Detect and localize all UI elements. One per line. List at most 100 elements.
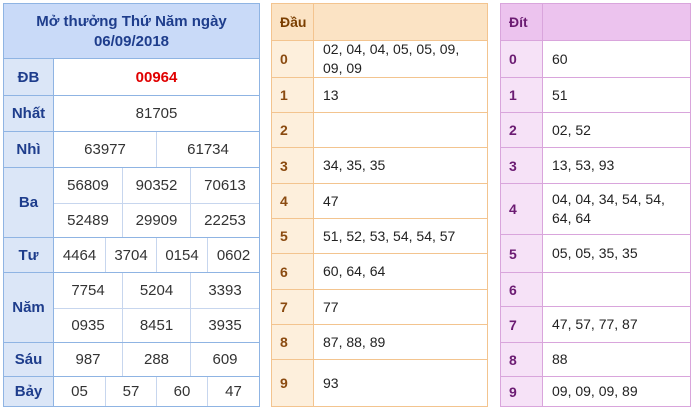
dit-row: 4 04, 04, 34, 54, 54, 64, 64	[501, 183, 690, 234]
dit-value: 88	[552, 351, 568, 367]
dit-value: 04, 04, 34, 54, 54, 64, 64	[552, 191, 665, 226]
dit-key: 2	[501, 113, 543, 147]
prize-value-nhi: 61734	[156, 132, 259, 167]
dit-row: 5 05, 05, 35, 35	[501, 234, 690, 272]
dit-row: 9 09, 09, 09, 89	[501, 376, 690, 406]
dit-key: 7	[501, 307, 543, 342]
dau-value: 34, 35, 35	[323, 157, 386, 173]
dau-key: 8	[272, 325, 314, 359]
dau-value: 51, 52, 53, 54, 54, 57	[323, 227, 456, 244]
prize-value-tu: 3704	[105, 238, 156, 272]
dau-key: 5	[272, 219, 314, 253]
prize-row-nhat: Nhất 81705	[4, 95, 259, 131]
results-date: 06/09/2018	[93, 33, 170, 50]
dit-table: Đít 0 60 1 51 2 02, 52 3 13, 53, 93 4 04…	[500, 3, 691, 407]
prize-value-tu: 0154	[156, 238, 207, 272]
dit-row: 7 47, 57, 77, 87	[501, 306, 690, 342]
dit-value: 47, 57, 77, 87	[552, 316, 638, 332]
prize-value-sau: 609	[190, 343, 259, 376]
dit-row: 3 13, 53, 93	[501, 147, 690, 183]
dau-header: Đầu	[272, 4, 487, 41]
prize-value-bay: 47	[207, 377, 259, 406]
prize-label-nhi: Nhì	[4, 132, 54, 167]
dau-key: 1	[272, 78, 314, 112]
dau-table: Đầu 0 02, 04, 04, 05, 05, 09, 09, 09 1 1…	[271, 3, 488, 407]
dau-value: 87, 88, 89	[323, 333, 386, 350]
dit-row: 8 88	[501, 342, 690, 376]
prize-label-ba: Ba	[4, 168, 54, 237]
dit-value: 51	[552, 86, 568, 103]
dau-header-label: Đầu	[272, 4, 314, 40]
prize-label-sau: Sáu	[4, 343, 54, 376]
dit-row: 6	[501, 272, 690, 306]
dau-row: 0 02, 04, 04, 05, 05, 09, 09, 09	[272, 41, 487, 77]
dau-key: 0	[272, 41, 314, 77]
dit-key: 4	[501, 184, 543, 234]
results-title: Mở thưởng Thứ Năm ngày 06/09/2018	[4, 4, 259, 59]
dit-key: 8	[501, 343, 543, 376]
prize-label-bay: Bảy	[4, 377, 54, 406]
dau-key: 6	[272, 254, 314, 289]
prize-value-nhat: 81705	[135, 105, 178, 122]
dau-row: 6 60, 64, 64	[272, 253, 487, 289]
dau-row: 2	[272, 112, 487, 147]
dit-value: 13, 53, 93	[552, 157, 615, 173]
prize-label-tu: Tư	[4, 238, 54, 272]
dau-key: 4	[272, 184, 314, 218]
dit-key: 5	[501, 235, 543, 272]
prize-row-tu: Tư 4464 3704 0154 0602	[4, 237, 259, 272]
dit-header: Đít	[501, 4, 690, 41]
prize-row-db: ĐB 00964	[4, 59, 259, 95]
dau-row: 8 87, 88, 89	[272, 324, 487, 359]
prize-value-ba: 22253	[190, 203, 259, 237]
dau-row: 1 13	[272, 77, 487, 112]
prize-value-nhi: 63977	[84, 141, 126, 158]
dau-key: 9	[272, 360, 314, 406]
prize-value-sau: 987	[75, 351, 101, 368]
dit-value: 60	[552, 50, 568, 67]
dit-value: 02, 52	[552, 121, 591, 138]
prize-row-nhi: Nhì 63977 61734	[4, 131, 259, 167]
dit-row: 0 60	[501, 41, 690, 77]
prize-value-bay: 05	[71, 383, 88, 400]
prize-value-nam: 7754	[71, 282, 105, 299]
dau-value	[314, 113, 487, 147]
dit-key: 9	[501, 377, 543, 406]
prize-value-nam: 5204	[122, 273, 190, 308]
prize-value-tu: 4464	[62, 246, 97, 264]
dit-row: 2 02, 52	[501, 112, 690, 147]
dit-key: 3	[501, 148, 543, 183]
prize-value-ba: 90352	[122, 168, 190, 203]
prize-value-nam: 8451	[122, 308, 190, 342]
dau-row: 3 34, 35, 35	[272, 147, 487, 183]
results-title-line1: Mở thưởng Thứ Năm ngày	[36, 13, 227, 30]
prize-value-ba: 52489	[54, 203, 122, 237]
prize-row-ba: Ba 56809 90352 70613 52489 29909 22253	[4, 167, 259, 237]
prize-value-bay: 60	[156, 377, 207, 406]
prize-value-nam: 0935	[54, 308, 122, 342]
prize-value-nam: 3935	[190, 308, 259, 342]
prize-label-nam: Năm	[4, 273, 54, 342]
dau-value: 93	[323, 374, 339, 391]
prize-label-db: ĐB	[4, 59, 54, 95]
dau-key: 3	[272, 148, 314, 183]
prize-value-ba: 70613	[190, 168, 259, 203]
prize-row-bay: Bảy 05 57 60 47	[4, 376, 259, 406]
dit-value: 09, 09, 09, 89	[552, 383, 638, 399]
dau-row: 7 77	[272, 289, 487, 324]
dit-header-label: Đít	[501, 4, 543, 40]
prize-value-tu: 0602	[207, 238, 259, 272]
lottery-results-table: Mở thưởng Thứ Năm ngày 06/09/2018 ĐB 009…	[3, 3, 260, 407]
dit-key: 6	[501, 273, 543, 306]
prize-value-ba: 56809	[67, 177, 109, 194]
dit-value: 05, 05, 35, 35	[552, 245, 638, 261]
prize-row-nam: Năm 7754 5204 3393 0935 8451 3935	[4, 272, 259, 342]
dit-key: 1	[501, 78, 543, 112]
prize-value-ba: 29909	[122, 203, 190, 237]
dau-value: 60, 64, 64	[323, 263, 386, 279]
dit-key: 0	[501, 41, 543, 77]
prize-value-sau: 288	[122, 343, 190, 376]
prize-value-nam: 3393	[190, 273, 259, 308]
dau-key: 7	[272, 290, 314, 324]
dau-value: 77	[323, 298, 339, 315]
